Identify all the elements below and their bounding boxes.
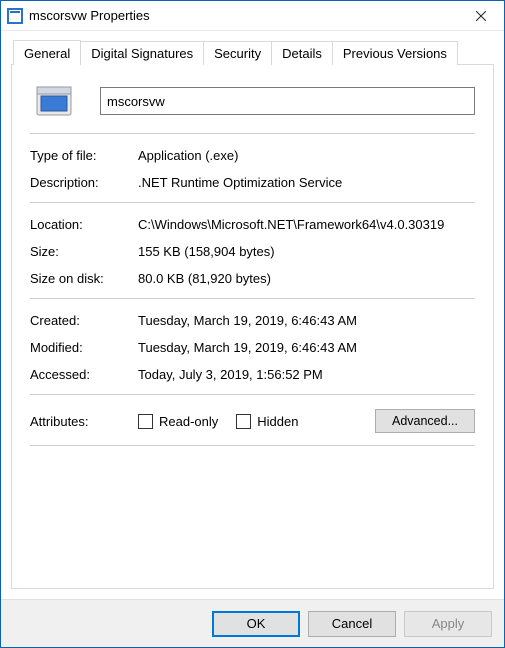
type-of-file-label: Type of file: (30, 148, 138, 163)
checkbox-icon (236, 414, 251, 429)
location-value: C:\Windows\Microsoft.NET\Framework64\v4.… (138, 217, 475, 232)
hidden-label: Hidden (257, 414, 298, 429)
ok-button[interactable]: OK (212, 611, 300, 637)
checkbox-icon (138, 414, 153, 429)
advanced-button[interactable]: Advanced... (375, 409, 475, 433)
size-on-disk-label: Size on disk: (30, 271, 138, 286)
close-button[interactable] (458, 1, 504, 31)
titlebar[interactable]: mscorsvw Properties (1, 1, 504, 31)
separator (30, 298, 475, 299)
accessed-value: Today, July 3, 2019, 1:56:52 PM (138, 367, 475, 382)
separator (30, 202, 475, 203)
dialog-footer: OK Cancel Apply (1, 599, 504, 647)
size-on-disk-value: 80.0 KB (81,920 bytes) (138, 271, 475, 286)
cancel-button[interactable]: Cancel (308, 611, 396, 637)
window-title: mscorsvw Properties (29, 8, 458, 23)
tab-previous-versions[interactable]: Previous Versions (332, 41, 458, 65)
size-label: Size: (30, 244, 138, 259)
apply-button[interactable]: Apply (404, 611, 492, 637)
modified-value: Tuesday, March 19, 2019, 6:46:43 AM (138, 340, 475, 355)
type-of-file-value: Application (.exe) (138, 148, 475, 163)
description-label: Description: (30, 175, 138, 190)
description-value: .NET Runtime Optimization Service (138, 175, 475, 190)
filename-input[interactable] (100, 87, 475, 115)
tab-details[interactable]: Details (271, 41, 333, 65)
separator (30, 394, 475, 395)
attributes-label: Attributes: (30, 414, 138, 429)
readonly-checkbox[interactable]: Read-only (138, 414, 218, 429)
tab-digital-signatures[interactable]: Digital Signatures (80, 41, 204, 65)
created-label: Created: (30, 313, 138, 328)
separator (30, 133, 475, 134)
properties-dialog: mscorsvw Properties General Digital Sign… (0, 0, 505, 648)
tab-strip: General Digital Signatures Security Deta… (11, 39, 494, 64)
size-value: 155 KB (158,904 bytes) (138, 244, 475, 259)
separator (30, 445, 475, 446)
accessed-label: Accessed: (30, 367, 138, 382)
created-value: Tuesday, March 19, 2019, 6:46:43 AM (138, 313, 475, 328)
client-area: General Digital Signatures Security Deta… (1, 31, 504, 599)
file-type-icon (34, 81, 74, 121)
modified-label: Modified: (30, 340, 138, 355)
hidden-checkbox[interactable]: Hidden (236, 414, 298, 429)
location-label: Location: (30, 217, 138, 232)
app-icon (7, 8, 23, 24)
readonly-label: Read-only (159, 414, 218, 429)
tab-panel-general: Type of file: Application (.exe) Descrip… (11, 64, 494, 589)
tab-general[interactable]: General (13, 40, 81, 65)
tab-security[interactable]: Security (203, 41, 272, 65)
